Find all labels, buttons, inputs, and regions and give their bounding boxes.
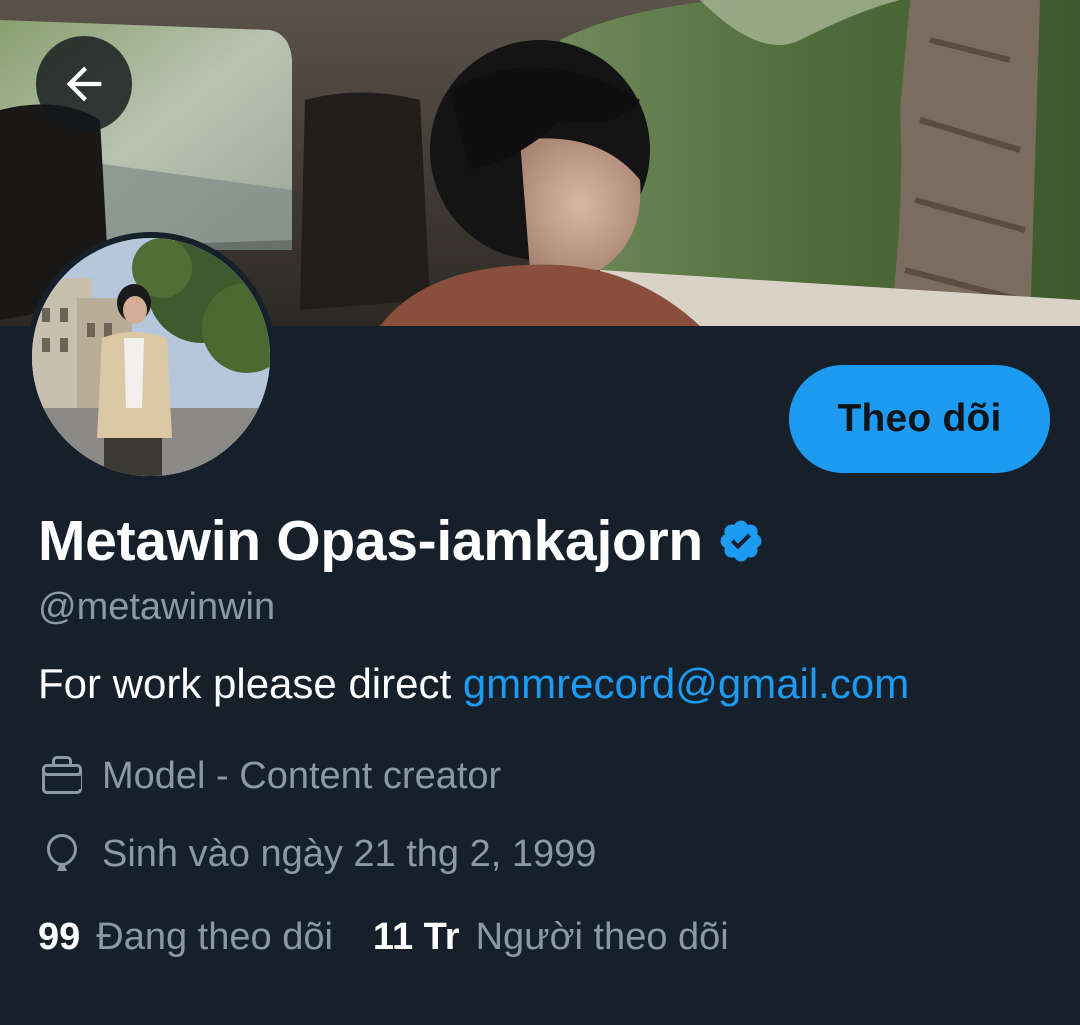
followers-stat[interactable]: 11 Tr Người theo dõi bbox=[373, 916, 729, 959]
balloon-icon bbox=[47, 834, 77, 871]
bio-text: For work please direct bbox=[38, 660, 463, 707]
profile-handle: @metawinwin bbox=[38, 586, 276, 628]
profile-stats: 99 Đang theo dõi 11 Tr Người theo dõi bbox=[38, 916, 729, 959]
profile-avatar[interactable] bbox=[26, 232, 276, 482]
birthday-text: Sinh vào ngày 21 thg 2, 1999 bbox=[102, 832, 597, 875]
avatar-photo bbox=[32, 238, 270, 476]
followers-label: Người theo dõi bbox=[475, 916, 729, 958]
display-name: Metawin Opas-iamkajorn bbox=[38, 509, 703, 573]
back-button[interactable] bbox=[36, 36, 132, 132]
occupation-text: Model - Content creator bbox=[102, 754, 502, 797]
followers-count: 11 Tr bbox=[372, 916, 460, 958]
verified-badge-icon bbox=[720, 520, 762, 562]
follow-button[interactable]: Theo dõi bbox=[789, 365, 1050, 473]
arrow-left-icon bbox=[66, 66, 102, 102]
following-count: 99 bbox=[38, 916, 81, 958]
briefcase-icon bbox=[42, 756, 82, 794]
profile-birthday: Sinh vào ngày 21 thg 2, 1999 bbox=[38, 830, 596, 878]
following-label: Đang theo dõi bbox=[96, 916, 333, 958]
profile-page: Theo dõi Metawin Opas-iamkajorn @metawin… bbox=[0, 0, 1080, 1025]
profile-occupation: Model - Content creator bbox=[38, 752, 501, 800]
profile-bio: For work please direct gmmrecord@gmail.c… bbox=[38, 660, 909, 708]
profile-name-row: Metawin Opas-iamkajorn bbox=[38, 508, 765, 574]
following-stat[interactable]: 99 Đang theo dõi bbox=[38, 916, 333, 959]
bio-email-link[interactable]: gmmrecord@gmail.com bbox=[463, 660, 909, 707]
